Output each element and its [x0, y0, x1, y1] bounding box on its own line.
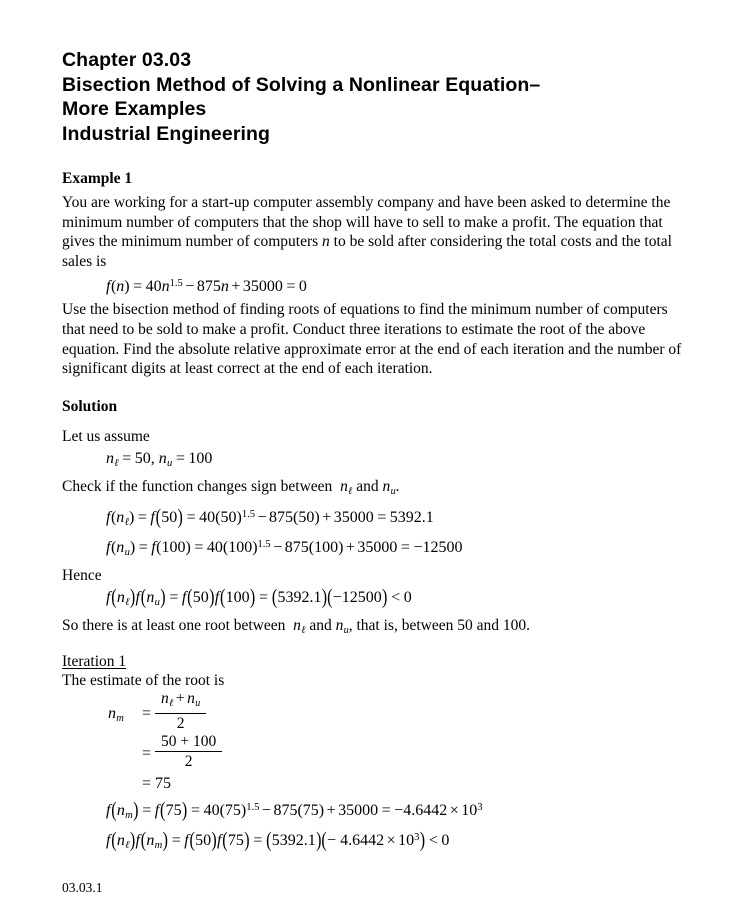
inline-nl-var: n: [340, 478, 348, 496]
iteration-1-heading: Iteration 1: [62, 652, 127, 670]
fraction-denominator: 2: [176, 714, 185, 732]
example-instructions-paragraph: Use the bisection method of finding root…: [62, 301, 682, 378]
fraction-symbolic: nℓ + nu 2: [155, 690, 207, 733]
fraction-denominator: 2: [184, 752, 193, 770]
title-line-chapter: Chapter 03.03: [62, 49, 192, 71]
fraction-numerator: nℓ + nu: [155, 690, 207, 714]
root-between-part1: So there is at least one root between: [62, 617, 286, 635]
equation-f-nm: f(nm) = f(75) = 40(75)1.5−875(75) +35000 = −4.6…: [106, 799, 483, 822]
example-heading: Example 1: [62, 170, 133, 187]
check-sign-text: Check if the function changes sign betwe…: [62, 478, 400, 498]
equation-main-function: f(n) = 40n1.5−875n +35000 = 0: [106, 278, 307, 296]
iteration-1-estimate-text: The estimate of the root is: [62, 671, 225, 689]
let-us-assume-text: Let us assume: [62, 427, 150, 445]
problem-variable-n: n: [322, 233, 330, 251]
document-content: Chapter 03.03 Bisection Method of Solvin…: [62, 48, 682, 857]
solution-heading: Solution: [62, 397, 118, 415]
root-between-text: So there is at least one root between nℓ…: [62, 617, 530, 637]
equation-product-fnl-fnu: f(nℓ)f(nu) = f(50)f(100) = (5392.1)(−12500) <…: [106, 586, 412, 609]
hence-text: Hence: [62, 566, 102, 584]
root-between-and: and: [309, 617, 332, 635]
document-page: Chapter 03.03 Bisection Method of Solvin…: [0, 0, 730, 921]
fraction-numerator: 50 + 100: [155, 733, 223, 752]
check-sign-and: and: [356, 478, 379, 496]
root-between-part3: , that is, between 50 and 100.: [348, 617, 530, 635]
check-sign-text-part1: Check if the function changes sign betwe…: [62, 478, 333, 496]
equation-nm-result: = 75: [142, 775, 172, 793]
equation-initial-bounds: nℓ = 50, nu = 100: [106, 450, 213, 470]
equation-f-nu: f(nu) = f(100) = 40(100)1.5−875(100) +35000 = −…: [106, 538, 463, 558]
equation-product-fnl-fnm: f(nℓ)f(nm) = f(50)f(75) = (5392.1)(− 4.6442 ×…: [106, 829, 450, 852]
example-problem-paragraph: You are working for a start-up computer …: [62, 193, 682, 271]
equation-f-nl: f(nℓ) = f(50) = 40(50)1.5−875(50) +35000 = 5392…: [106, 505, 434, 529]
fraction-numeric: 50 + 100 2: [155, 733, 223, 771]
page-footer: 03.03.1: [62, 880, 103, 895]
title-line-subject: Bisection Method of Solving a Nonlinear …: [62, 73, 541, 96]
title-line-subject-cont: More Examples: [62, 98, 207, 120]
equation-nm-numeric: = 50 + 100 2: [62, 733, 682, 773]
page-title: Chapter 03.03 Bisection Method of Solvin…: [62, 48, 682, 146]
title-line-discipline: Industrial Engineering: [62, 122, 271, 145]
equation-nm-definition: nm = nℓ + nu 2: [62, 690, 682, 735]
